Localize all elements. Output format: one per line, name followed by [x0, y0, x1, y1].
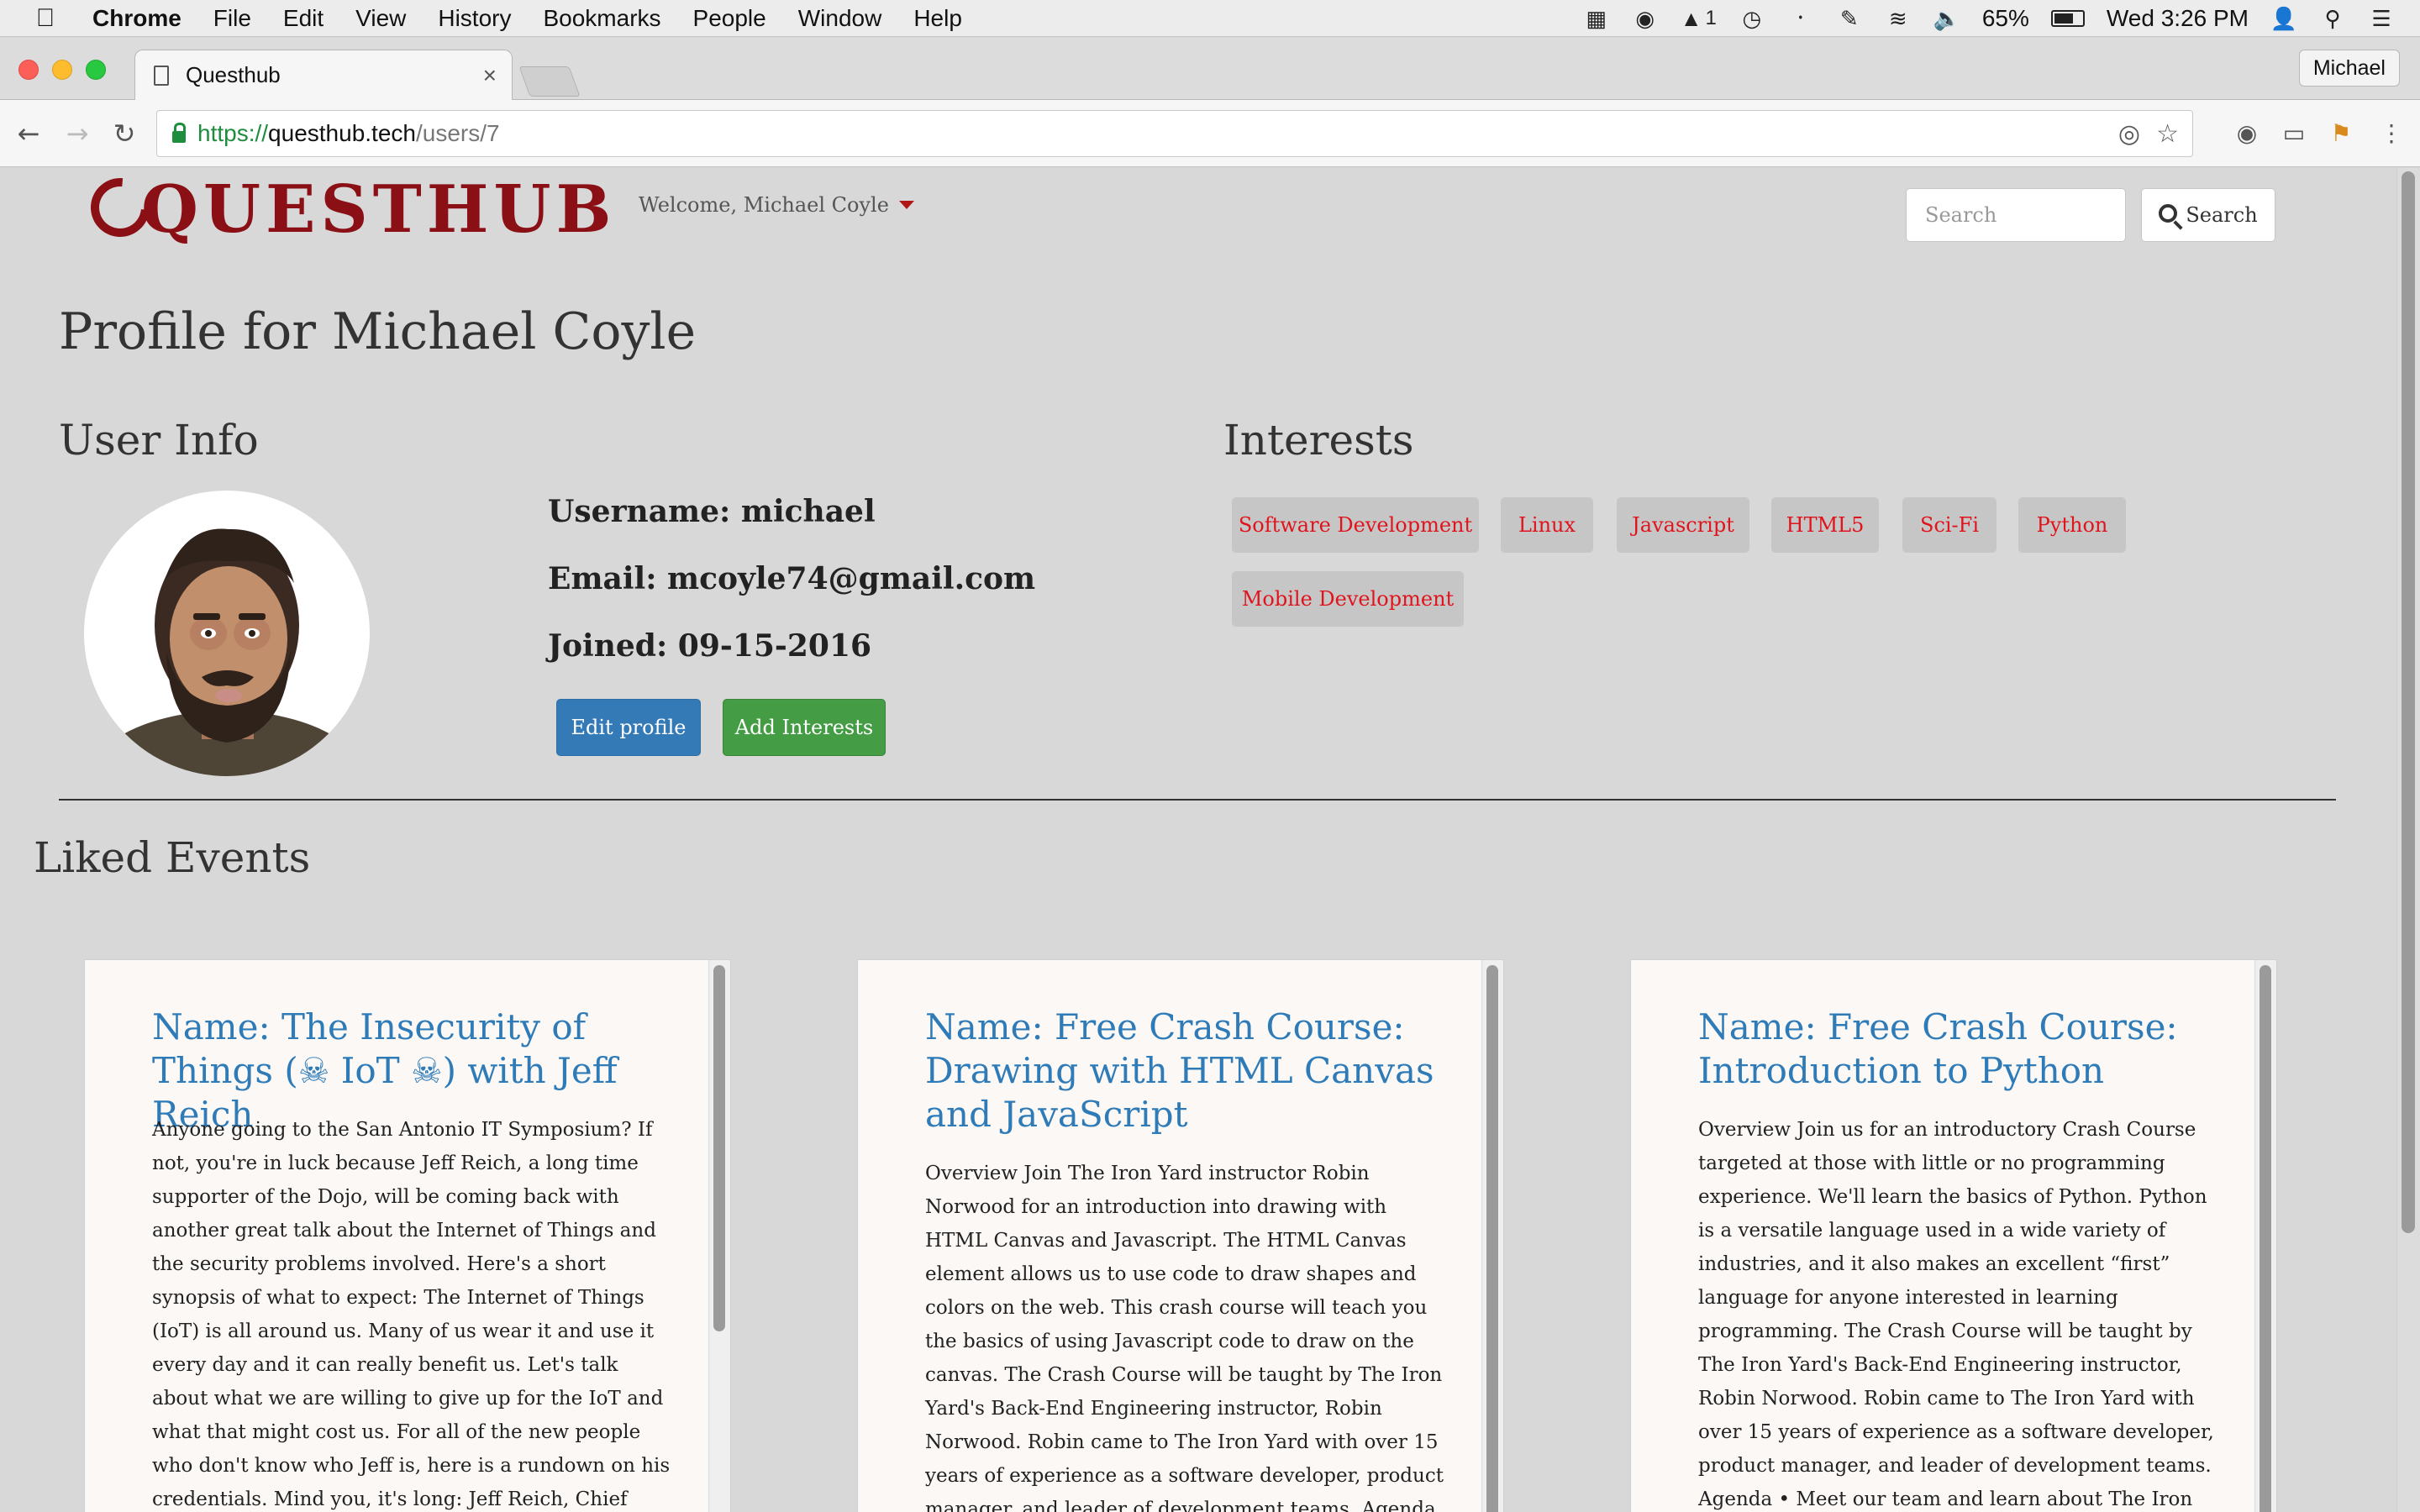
battery-percent[interactable]: 65% — [1982, 5, 2029, 32]
pen-icon[interactable]: ✎ — [1836, 6, 1863, 31]
page-scrollbar-thumb[interactable] — [2402, 171, 2415, 1233]
user-dropdown[interactable]: Welcome, Michael Coyle — [639, 193, 914, 217]
bookmark-star-icon[interactable]: ☆ — [2156, 111, 2179, 158]
menu-file[interactable]: File — [213, 5, 251, 32]
notification-center-icon[interactable]: ☰ — [2368, 6, 2395, 31]
section-divider — [59, 799, 2336, 801]
apple-menu-icon[interactable]:  — [20, 4, 71, 33]
interest-tag[interactable]: HTML5 — [1771, 497, 1879, 553]
lock-icon — [172, 123, 186, 143]
menu-bookmarks[interactable]: Bookmarks — [543, 5, 660, 32]
time-machine-icon[interactable]: ◷ — [1739, 6, 1765, 31]
event-card[interactable]: Name: Free Crash Course: Drawing with HT… — [857, 959, 1504, 1512]
search-icon — [2159, 204, 2178, 223]
status-area: ▦ ◉ ▲ 1 ◷ ᛫ ✎ ≋ 🔈 65% Wed 3:26 PM 👤 ⚲ ☰ — [1583, 0, 2395, 37]
wifi-icon[interactable]: ≋ — [1885, 6, 1912, 31]
username-line: Username: michael — [548, 494, 876, 529]
event-card[interactable]: Name: The Insecurity of Things (☠ IoT ☠)… — [84, 959, 731, 1512]
menu-app-name[interactable]: Chrome — [92, 5, 182, 32]
url-scheme: https:// — [197, 120, 269, 146]
clock[interactable]: Wed 3:26 PM — [2107, 5, 2249, 32]
back-arrow-icon[interactable]: ← — [12, 117, 45, 150]
avatar-illustration — [85, 528, 369, 776]
menu-people[interactable]: People — [693, 5, 766, 32]
chrome-menu-icon[interactable]: ⋮ — [2375, 117, 2408, 150]
adobe-icon[interactable]: ▲ 1 — [1681, 6, 1717, 31]
event-description: Anyone going to the San Antonio IT Sympo… — [152, 1119, 671, 1510]
caret-down-icon — [898, 201, 914, 209]
card-scrollbar-thumb[interactable] — [1486, 965, 1498, 1512]
url-host: questhub.tech — [268, 120, 416, 146]
site-logo[interactable]: QUESTHUB — [78, 165, 611, 249]
interests-heading: Interests — [1223, 416, 1414, 465]
location-target-icon[interactable]: ◎ — [2118, 111, 2140, 158]
event-description: Overview Join The Iron Yard instructor R… — [925, 1163, 1444, 1512]
page-title: Profile for Michael Coyle — [59, 302, 697, 361]
interest-tag[interactable]: Mobile Development — [1232, 571, 1464, 627]
event-title-link[interactable]: Name: Free Crash Course: Drawing with HT… — [925, 1005, 1446, 1137]
battery-icon[interactable] — [2050, 10, 2085, 27]
menu-window[interactable]: Window — [798, 5, 882, 32]
event-description: Overview Join us for an introductory Cra… — [1698, 1119, 2214, 1510]
menu-edit[interactable]: Edit — [283, 5, 324, 32]
welcome-text: Welcome, Michael Coyle — [639, 193, 889, 217]
evernote-icon[interactable]: ◉ — [1632, 6, 1659, 31]
volume-icon[interactable]: 🔈 — [1933, 6, 1960, 31]
spotlight-search-icon[interactable]: ⚲ — [2319, 6, 2346, 31]
page-icon — [154, 65, 169, 86]
search-button-label: Search — [2186, 203, 2258, 227]
tab-close-icon[interactable]: × — [483, 62, 497, 89]
new-tab-button[interactable] — [518, 66, 581, 97]
joined-line: Joined: 09-15-2016 — [548, 628, 872, 664]
cast-icon[interactable]: ▭ — [2277, 117, 2311, 150]
search-input[interactable] — [1906, 188, 2126, 242]
liked-events-heading: Liked Events — [34, 833, 311, 882]
interest-tag[interactable]: Linux — [1501, 497, 1593, 553]
bluetooth-icon[interactable]: ᛫ — [1787, 6, 1814, 31]
extension-icon[interactable]: ⚑ — [2324, 117, 2358, 150]
interest-tag[interactable]: Python — [2018, 497, 2126, 553]
profile-button[interactable]: Michael — [2298, 50, 2400, 87]
reload-icon[interactable]: ↻ — [108, 117, 141, 150]
menu-view[interactable]: View — [355, 5, 406, 32]
edit-profile-button[interactable]: Edit profile — [556, 699, 701, 756]
active-tab[interactable]: Questhub × — [134, 50, 513, 100]
forward-arrow-icon[interactable]: → — [60, 117, 94, 150]
close-window-button[interactable] — [18, 60, 39, 80]
fullscreen-window-button[interactable] — [86, 60, 106, 80]
window-manager-icon[interactable]: ▦ — [1583, 6, 1610, 31]
interest-tag[interactable]: Javascript — [1617, 497, 1749, 553]
evernote-extension-icon[interactable]: ◉ — [2230, 117, 2264, 150]
adobe-badge-count: 1 — [1705, 7, 1717, 29]
event-card[interactable]: Name: Free Crash Course: Introduction to… — [1630, 959, 2277, 1512]
user-icon[interactable]: 👤 — [2270, 6, 2297, 31]
adobe-glyph-icon: ▲ — [1680, 5, 1702, 31]
tab-title: Questhub — [186, 62, 281, 87]
search-button[interactable]: Search — [2141, 188, 2275, 242]
email-line: Email: mcoyle74@gmail.com — [548, 561, 1036, 596]
os-menubar:  Chrome File Edit View History Bookmark… — [0, 0, 2420, 37]
address-bar[interactable]: https:// questhub.tech /users/7 ◎ ☆ — [156, 110, 2193, 157]
card-scrollbar-thumb[interactable] — [2260, 965, 2271, 1512]
menu-history[interactable]: History — [438, 5, 511, 32]
add-interests-button[interactable]: Add Interests — [723, 699, 886, 756]
url-path: /users/7 — [415, 120, 500, 146]
interest-tag[interactable]: Software Development — [1232, 497, 1479, 553]
browser-toolbar: ← → ↻ https:// questhub.tech /users/7 ◎ … — [0, 100, 2420, 167]
logo-text: QUESTHUB — [141, 171, 617, 248]
tab-strip: Questhub × Michael — [0, 38, 2420, 100]
interest-tag[interactable]: Sci-Fi — [1902, 497, 1996, 553]
avatar — [84, 491, 370, 776]
card-scrollbar-thumb[interactable] — [713, 965, 725, 1331]
menu-help[interactable]: Help — [913, 5, 962, 32]
user-info-heading: User Info — [59, 416, 259, 465]
minimize-window-button[interactable] — [52, 60, 72, 80]
event-title-link[interactable]: Name: Free Crash Course: Introduction to… — [1698, 1005, 2219, 1093]
